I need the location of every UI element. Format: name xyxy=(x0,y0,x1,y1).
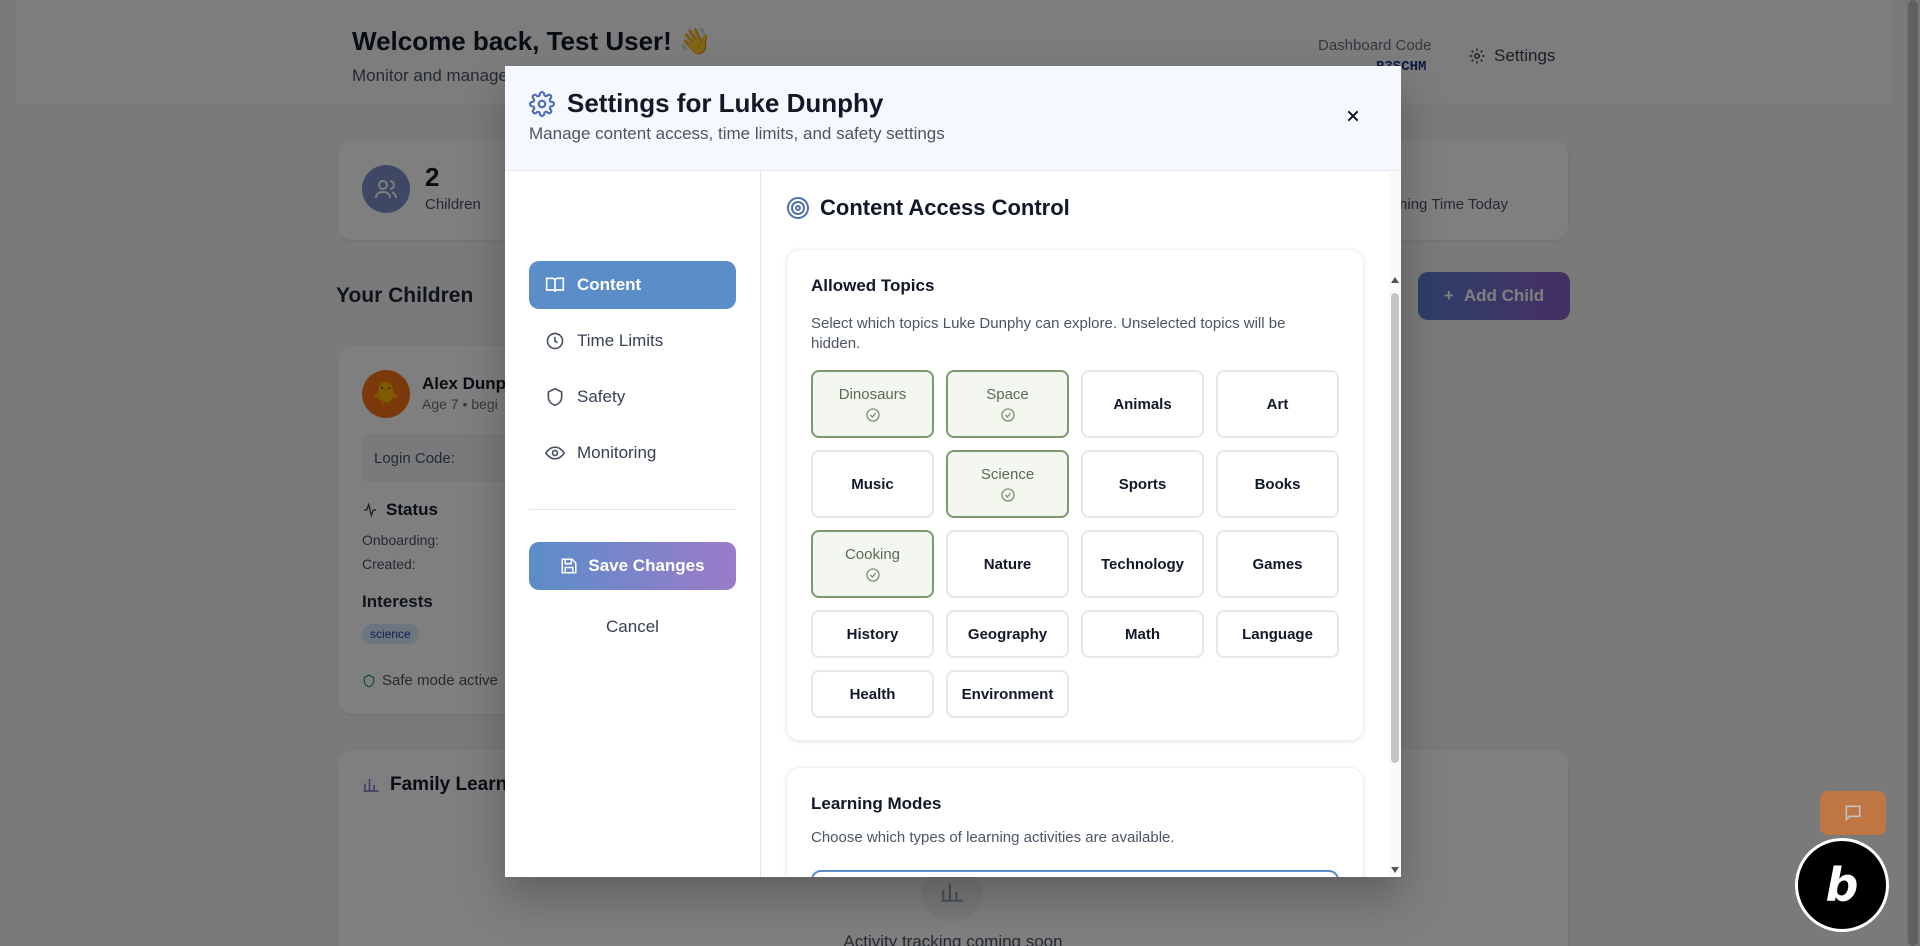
topic-option[interactable]: Language xyxy=(1216,610,1339,658)
modal-scrollbar[interactable] xyxy=(1389,171,1401,877)
topic-option-label: History xyxy=(846,625,899,643)
learning-modes-heading: Learning Modes xyxy=(811,794,942,813)
chat-button[interactable] xyxy=(1820,791,1886,835)
allowed-topics-heading: Allowed Topics xyxy=(811,276,935,295)
gear-icon xyxy=(529,90,555,117)
content-access-heading: Content Access Control xyxy=(786,195,1070,221)
topic-option-label: Music xyxy=(851,475,894,493)
modal-title: Settings for Luke Dunphy xyxy=(529,88,883,119)
topic-option-label: Animals xyxy=(1113,395,1172,413)
topic-option-label: Math xyxy=(1125,625,1160,643)
topic-option[interactable]: Sports xyxy=(1081,450,1204,518)
topic-option-label: Nature xyxy=(983,555,1032,573)
topic-option-label: Cooking xyxy=(844,545,901,563)
tab-time-limits-label: Time Limits xyxy=(577,331,664,350)
sidebar-divider xyxy=(529,509,736,510)
save-icon xyxy=(561,558,577,574)
allowed-topics-description: Select which topics Luke Dunphy can expl… xyxy=(811,315,1286,352)
topic-option[interactable]: Art xyxy=(1216,370,1339,438)
check-circle-icon xyxy=(865,567,880,582)
target-icon xyxy=(787,197,809,219)
topic-option[interactable]: Environment xyxy=(946,670,1069,718)
scroll-up-arrow[interactable] xyxy=(1391,277,1399,283)
allowed-topics-panel: Allowed Topics Select which topics Luke … xyxy=(786,249,1364,741)
topic-option-label: Art xyxy=(1266,395,1289,413)
content-access-heading-label: Content Access Control xyxy=(820,195,1070,220)
save-changes-button[interactable]: Save Changes xyxy=(529,542,736,590)
check-circle-icon xyxy=(1000,487,1015,502)
settings-modal: Settings for Luke Dunphy Manage content … xyxy=(505,66,1401,877)
topic-option[interactable]: Science xyxy=(946,450,1069,518)
check-circle-icon xyxy=(865,407,880,422)
scroll-down-arrow[interactable] xyxy=(1391,867,1399,873)
topic-option[interactable]: Music xyxy=(811,450,934,518)
learning-modes-description: Choose which types of learning activitie… xyxy=(811,829,1175,846)
topic-option[interactable]: Technology xyxy=(1081,530,1204,598)
learning-modes-panel: Learning Modes Choose which types of lea… xyxy=(786,767,1364,877)
topic-option[interactable]: Animals xyxy=(1081,370,1204,438)
topic-option-label: Geography xyxy=(967,625,1048,643)
topic-option-label: Dinosaurs xyxy=(838,385,907,403)
bolt-badge[interactable]: b xyxy=(1795,838,1889,932)
modal-scrollbar-thumb[interactable] xyxy=(1391,293,1399,763)
topic-option-label: Language xyxy=(1242,625,1313,643)
close-button[interactable] xyxy=(1341,104,1365,128)
topic-option-label: Games xyxy=(1252,555,1303,573)
modal-title-text: Settings for Luke Dunphy xyxy=(567,88,884,118)
topic-option[interactable]: Dinosaurs xyxy=(811,370,934,438)
topic-option[interactable]: Health xyxy=(811,670,934,718)
settings-content: Content Access Control Allowed Topics Se… xyxy=(762,171,1401,877)
topic-option-label: Books xyxy=(1254,475,1301,493)
tab-content-label: Content xyxy=(577,275,642,294)
topic-option[interactable]: Books xyxy=(1216,450,1339,518)
tab-monitoring[interactable]: Monitoring xyxy=(529,429,736,477)
settings-sidebar: Content Time Limits Safety Monitoring Sa… xyxy=(505,171,761,877)
cancel-button[interactable]: Cancel xyxy=(529,607,736,647)
topic-option[interactable]: Cooking xyxy=(811,530,934,598)
tab-time-limits[interactable]: Time Limits xyxy=(529,317,736,365)
topic-option[interactable]: Space xyxy=(946,370,1069,438)
modal-header: Settings for Luke Dunphy Manage content … xyxy=(505,66,1401,171)
tab-content[interactable]: Content xyxy=(529,261,736,309)
tab-safety-label: Safety xyxy=(577,387,626,406)
close-icon xyxy=(1347,110,1359,122)
topic-option-label: Space xyxy=(986,385,1029,403)
bolt-logo-icon: b xyxy=(1825,858,1859,912)
message-icon xyxy=(1845,805,1861,822)
topic-option-label: Environment xyxy=(961,685,1054,703)
save-changes-label: Save Changes xyxy=(588,556,705,575)
learning-mode-option[interactable] xyxy=(811,870,1339,877)
topic-option-label: Technology xyxy=(1100,555,1185,573)
topic-option[interactable]: Geography xyxy=(946,610,1069,658)
eye-icon xyxy=(545,446,565,460)
topic-option[interactable]: Games xyxy=(1216,530,1339,598)
check-circle-icon xyxy=(1000,407,1015,422)
book-icon xyxy=(545,277,565,292)
topic-option-label: Health xyxy=(849,685,896,703)
topic-option[interactable]: History xyxy=(811,610,934,658)
tab-monitoring-label: Monitoring xyxy=(577,443,657,462)
tab-safety[interactable]: Safety xyxy=(529,373,736,421)
modal-subtitle: Manage content access, time limits, and … xyxy=(529,124,945,143)
topic-option[interactable]: Nature xyxy=(946,530,1069,598)
topic-option[interactable]: Math xyxy=(1081,610,1204,658)
topic-option-label: Science xyxy=(980,465,1035,483)
clock-icon xyxy=(546,332,564,350)
topic-option-label: Sports xyxy=(1118,475,1167,493)
shield-icon xyxy=(547,387,563,407)
